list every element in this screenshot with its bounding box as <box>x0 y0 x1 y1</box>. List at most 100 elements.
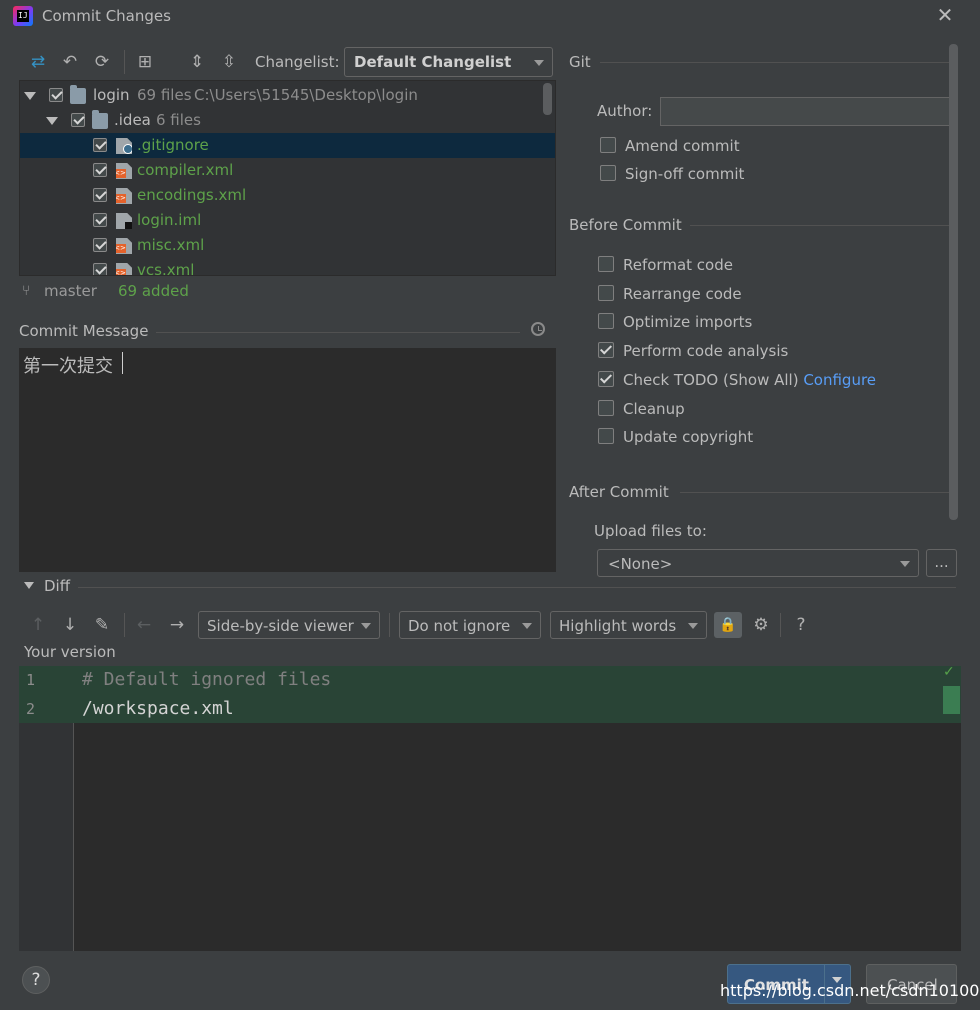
file-checkbox[interactable] <box>93 213 107 227</box>
tree-row-file[interactable]: misc.xml <box>20 233 555 258</box>
tree-row-root[interactable]: login 69 files C:\Users\51545\Desktop\lo… <box>20 83 555 108</box>
tree-row-file[interactable]: vcs.xml <box>20 258 555 275</box>
file-name: login.iml <box>137 211 202 229</box>
commit-history-icon[interactable] <box>531 322 545 336</box>
amend-commit-label: Amend commit <box>625 137 740 155</box>
changelist-label: Changelist: <box>255 53 340 71</box>
configure-link[interactable]: Configure <box>803 371 876 389</box>
ignore-dropdown[interactable]: Do not ignore <box>399 611 541 639</box>
options-scrollbar[interactable] <box>949 44 958 520</box>
xml-file-icon <box>116 188 132 204</box>
file-checkbox[interactable] <box>93 238 107 252</box>
toolbar-separator <box>780 613 781 637</box>
next-difference-icon[interactable]: ↓ <box>59 614 81 636</box>
update-copyright-checkbox[interactable] <box>598 428 614 444</box>
folder-name: .idea <box>114 111 151 129</box>
chevron-down-icon <box>534 60 544 66</box>
folder-icon <box>92 110 108 129</box>
check-todo-label: Check TODO (Show All) Configure <box>623 371 876 389</box>
highlight-dropdown[interactable]: Highlight words <box>550 611 707 639</box>
intellij-icon-letters: IJ <box>17 10 29 22</box>
collapse-all-icon[interactable]: ⇳ <box>218 51 240 73</box>
file-name: misc.xml <box>137 236 205 254</box>
intellij-icon: IJ <box>13 6 33 26</box>
tree-row-file[interactable]: login.iml <box>20 208 555 233</box>
refresh-icon[interactable]: ⟳ <box>91 51 113 73</box>
root-count: 69 files <box>137 86 192 104</box>
chevron-down-icon <box>522 623 532 629</box>
optimize-imports-checkbox[interactable] <box>598 313 614 329</box>
changelist-value: Default Changelist <box>354 53 512 71</box>
browse-servers-button[interactable]: ... <box>926 549 957 577</box>
next-file-icon[interactable]: → <box>166 614 188 636</box>
changelist-dropdown[interactable]: Default Changelist <box>344 47 553 77</box>
toolbar-separator <box>389 613 390 637</box>
tree-scrollbar[interactable] <box>543 83 552 115</box>
chevron-down-icon <box>361 623 371 629</box>
commit-message-input[interactable] <box>19 348 556 572</box>
xml-file-icon <box>116 163 132 179</box>
tree-row-folder[interactable]: .idea 6 files <box>20 108 555 133</box>
reformat-code-checkbox[interactable] <box>598 256 614 272</box>
upload-server-dropdown[interactable]: <None> <box>597 549 919 577</box>
expand-triangle-icon[interactable] <box>46 117 58 125</box>
section-divider <box>690 225 956 226</box>
upload-files-label: Upload files to: <box>594 522 707 540</box>
perform-code-analysis-checkbox[interactable] <box>598 342 614 358</box>
highlight-value: Highlight words <box>559 617 677 635</box>
author-input[interactable] <box>660 97 954 126</box>
lock-icon[interactable]: 🔒 <box>714 612 742 638</box>
author-label: Author: <box>597 102 653 120</box>
file-checkbox[interactable] <box>93 188 107 202</box>
branch-icon: ⑂ <box>22 283 31 299</box>
expand-triangle-icon[interactable] <box>24 92 36 100</box>
sign-off-commit-label: Sign-off commit <box>625 165 745 183</box>
rearrange-code-label: Rearrange code <box>623 285 742 303</box>
file-checkbox[interactable] <box>93 163 107 177</box>
code-line: /workspace.xml <box>82 698 234 719</box>
text-caret <box>122 352 123 374</box>
help-button[interactable]: ? <box>22 966 50 994</box>
rearrange-code-checkbox[interactable] <box>598 285 614 301</box>
tree-row-file[interactable]: compiler.xml <box>20 158 555 183</box>
gitignore-file-icon <box>116 138 132 154</box>
diff-section-title: Diff <box>44 577 71 595</box>
file-checkbox[interactable] <box>93 138 107 152</box>
root-checkbox[interactable] <box>49 88 63 102</box>
cleanup-checkbox[interactable] <box>598 400 614 416</box>
amend-commit-checkbox[interactable] <box>600 137 616 153</box>
section-divider <box>680 492 956 493</box>
diff-help-icon[interactable]: ? <box>790 614 812 636</box>
viewer-dropdown[interactable]: Side-by-side viewer <box>198 611 380 639</box>
folder-checkbox[interactable] <box>71 113 85 127</box>
changes-tree[interactable]: login 69 files C:\Users\51545\Desktop\lo… <box>19 80 556 276</box>
gear-icon[interactable]: ⚙ <box>750 614 772 636</box>
root-path: C:\Users\51545\Desktop\login <box>194 86 418 104</box>
commit-message-text: 第一次提交 <box>23 356 113 377</box>
previous-difference-icon[interactable]: ↑ <box>27 614 49 636</box>
branch-name: master <box>44 282 97 300</box>
after-commit-title: After Commit <box>569 483 669 501</box>
show-diff-icon[interactable]: ⇄ <box>27 51 49 73</box>
check-todo-checkbox[interactable] <box>598 371 614 387</box>
toolbar-separator <box>124 613 125 637</box>
expand-all-icon[interactable]: ⇕ <box>186 51 208 73</box>
tree-row-file[interactable]: .gitignore <box>20 133 555 158</box>
edit-source-icon[interactable]: ✎ <box>91 614 113 636</box>
toolbar-separator <box>124 50 125 74</box>
cleanup-label: Cleanup <box>623 400 685 418</box>
viewer-value: Side-by-side viewer <box>207 617 354 635</box>
tree-row-file[interactable]: encodings.xml <box>20 183 555 208</box>
line-number: 1 <box>26 671 36 689</box>
sign-off-commit-checkbox[interactable] <box>600 165 616 181</box>
watermark-text: https://blog.csdn.net/csdn10100101 <box>720 981 980 1000</box>
previous-file-icon[interactable]: ← <box>133 614 155 636</box>
rollback-icon[interactable]: ↶ <box>59 51 81 73</box>
before-commit-title: Before Commit <box>569 216 682 234</box>
file-name: encodings.xml <box>137 186 247 204</box>
collapse-diff-icon[interactable] <box>24 582 34 589</box>
group-by-icon[interactable]: ⊞ <box>134 51 156 73</box>
file-checkbox[interactable] <box>93 263 107 275</box>
window-title: Commit Changes <box>42 7 171 25</box>
close-icon[interactable]: ✕ <box>934 4 956 26</box>
